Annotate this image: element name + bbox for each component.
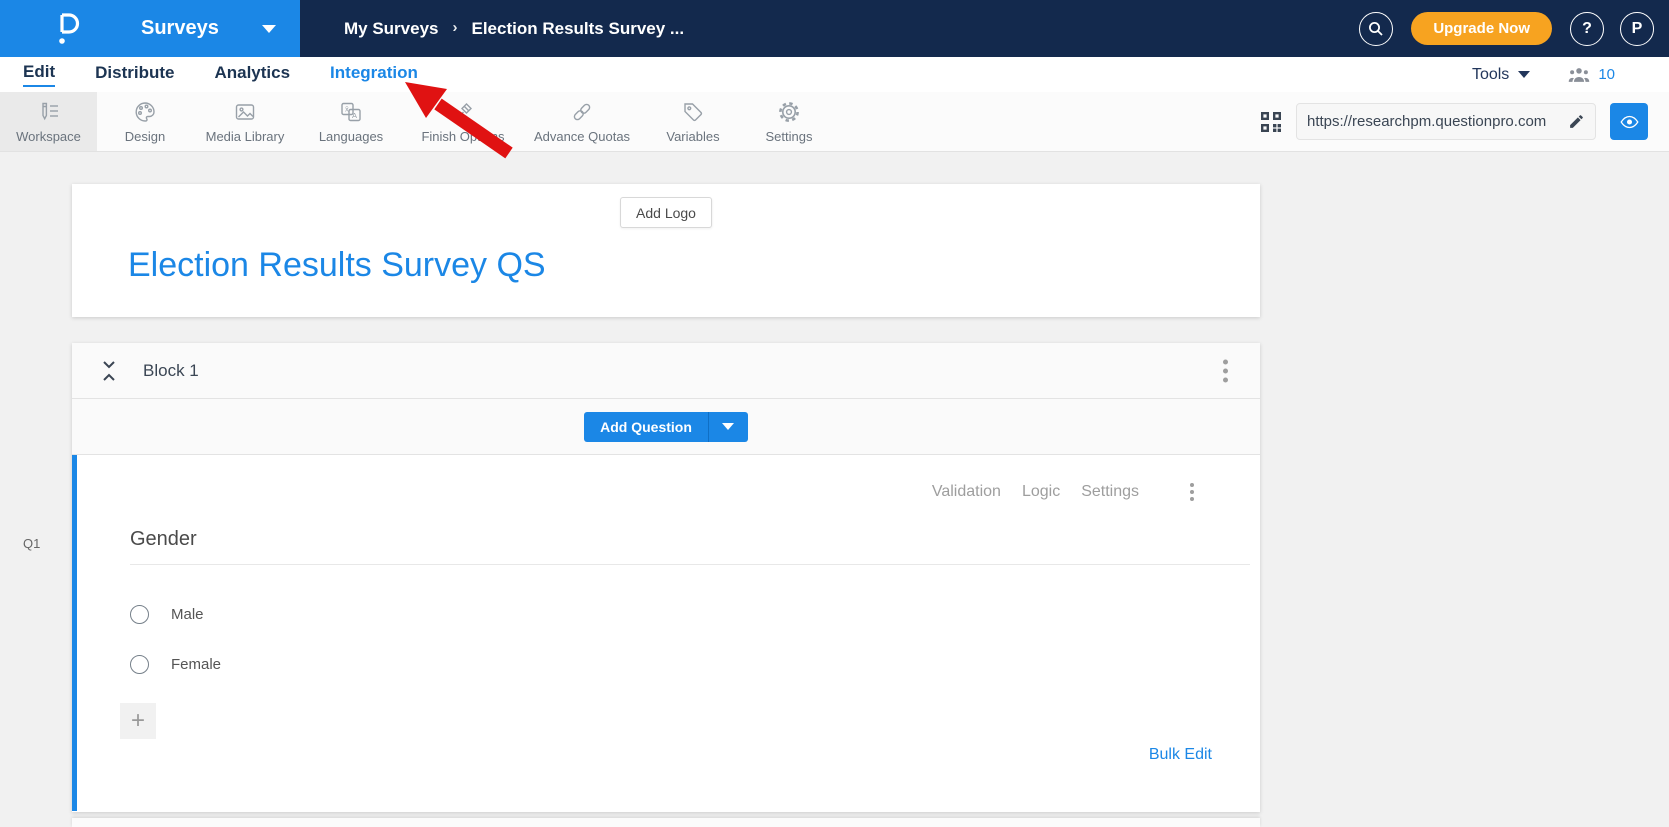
question-text[interactable]: Gender <box>130 528 197 551</box>
survey-url-field[interactable]: https://researchpm.questionpro.com <box>1296 103 1596 140</box>
bulk-edit-link[interactable]: Bulk Edit <box>1149 746 1212 764</box>
tools-dropdown[interactable]: Tools <box>1472 66 1509 84</box>
languages-icon: x̄ A <box>341 102 361 121</box>
choice-label[interactable]: Male <box>171 606 204 623</box>
main-nav-tabs: Edit Distribute Analytics Integration To… <box>0 57 1669 92</box>
collapse-block-icon[interactable] <box>101 360 117 382</box>
question-actions: Validation Logic Settings <box>932 483 1194 501</box>
logic-link[interactable]: Logic <box>1022 483 1060 501</box>
topbar-actions: Upgrade Now ? P <box>1359 11 1669 46</box>
question-code: Q1 <box>23 536 41 551</box>
toolbar-item-label: Advance Quotas <box>533 128 631 144</box>
toolbar-item-label: Settings <box>765 128 813 144</box>
top-bar: Surveys My Surveys › Election Results Su… <box>0 0 1669 57</box>
question-divider <box>130 564 1250 565</box>
edit-url-pencil-icon[interactable] <box>1568 113 1585 130</box>
breadcrumb: My Surveys › Election Results Survey ... <box>300 19 684 39</box>
survey-url[interactable]: https://researchpm.questionpro.com <box>1307 113 1568 130</box>
choice-row-female: Female <box>130 655 221 674</box>
tabrow-right: Tools 10 <box>1472 66 1669 84</box>
help-button[interactable]: ? <box>1570 11 1604 46</box>
toolbar-item-media-library[interactable]: Media Library <box>193 92 297 151</box>
finish-options-icon <box>455 102 472 120</box>
svg-text:A: A <box>352 110 357 119</box>
block-header: Block 1 <box>72 343 1260 399</box>
upgrade-now-button[interactable]: Upgrade Now <box>1411 12 1552 45</box>
question-menu-button[interactable] <box>1190 483 1194 501</box>
add-question-button[interactable]: Add Question <box>584 411 708 442</box>
toolbar-item-design[interactable]: Design <box>97 92 193 151</box>
variables-icon <box>684 102 703 121</box>
toolbar-item-label: Workspace <box>16 128 81 144</box>
question-card: Validation Logic Settings Gender Male Fe… <box>72 455 1260 811</box>
chevron-down-icon <box>722 423 735 430</box>
collaborators-count: 10 <box>1598 66 1615 83</box>
toolbar-item-workspace[interactable]: Workspace <box>0 92 97 151</box>
qr-code-icon[interactable] <box>1260 111 1282 133</box>
question-settings-link[interactable]: Settings <box>1081 483 1139 501</box>
advance-quotas-icon <box>573 103 591 120</box>
search-icon <box>1369 21 1383 36</box>
block-card: Block 1 Add Question Validation Logic Se… <box>72 343 1260 812</box>
chevron-down-icon[interactable] <box>1518 71 1531 78</box>
next-block-card-edge <box>72 818 1260 827</box>
toolbar-item-label: Languages <box>318 128 384 144</box>
radio-female[interactable] <box>130 655 149 674</box>
choice-row-male: Male <box>130 605 204 624</box>
validation-link[interactable]: Validation <box>932 483 1001 501</box>
toolbar-item-label: Finish Options <box>421 128 505 144</box>
breadcrumb-separator-icon: › <box>452 19 458 36</box>
avatar[interactable]: P <box>1620 11 1654 46</box>
breadcrumb-my-surveys[interactable]: My Surveys <box>344 19 439 39</box>
tab-edit[interactable]: Edit <box>23 62 56 87</box>
product-name: Surveys <box>141 17 219 39</box>
breadcrumb-survey-name[interactable]: Election Results Survey ... <box>472 19 685 39</box>
add-question-row: Add Question <box>72 399 1260 455</box>
eye-icon <box>1619 115 1639 128</box>
block-menu-button[interactable] <box>1223 359 1228 382</box>
toolbar-item-advance-quotas[interactable]: Advance Quotas <box>521 92 643 151</box>
add-logo-button[interactable]: Add Logo <box>620 197 712 228</box>
toolbar-item-finish-options[interactable]: Finish Options <box>405 92 521 151</box>
questionpro-logo-icon <box>59 12 80 44</box>
svg-text:x̄: x̄ <box>345 104 349 113</box>
choice-label[interactable]: Female <box>171 656 221 673</box>
product-switcher[interactable]: Surveys <box>0 0 300 57</box>
toolbar-item-label: Design <box>124 128 166 144</box>
toolbar-item-settings[interactable]: Settings <box>743 92 835 151</box>
toolbar-right: https://researchpm.questionpro.com <box>1260 92 1669 151</box>
toolbar-item-label: Variables <box>666 128 720 144</box>
survey-title[interactable]: Election Results Survey QS <box>128 246 546 285</box>
survey-editor-page: Surveys My Surveys › Election Results Su… <box>0 0 1669 827</box>
editor-toolbar: Workspace Design Media Library x̄ A Lang… <box>0 92 1669 152</box>
survey-header-card: Add Logo Election Results Survey QS <box>72 184 1260 317</box>
design-icon <box>135 101 155 122</box>
chevron-down-icon <box>262 24 276 33</box>
block-title[interactable]: Block 1 <box>143 361 199 381</box>
workspace-icon <box>41 102 58 120</box>
radio-male[interactable] <box>130 605 149 624</box>
tab-integration[interactable]: Integration <box>330 63 418 86</box>
search-button[interactable] <box>1359 11 1394 46</box>
collaborators-icon[interactable] <box>1568 67 1590 83</box>
tab-analytics[interactable]: Analytics <box>214 63 290 86</box>
tab-distribute[interactable]: Distribute <box>95 63 174 86</box>
media-library-icon <box>235 103 255 120</box>
preview-survey-button[interactable] <box>1610 103 1648 140</box>
add-question-button-group: Add Question <box>584 411 748 442</box>
add-question-dropdown-button[interactable] <box>707 411 748 442</box>
toolbar-item-languages[interactable]: x̄ A Languages <box>297 92 405 151</box>
toolbar-item-label: Media Library <box>205 128 285 144</box>
settings-icon <box>779 101 799 122</box>
toolbar-item-variables[interactable]: Variables <box>643 92 743 151</box>
add-choice-button[interactable]: + <box>120 703 156 739</box>
